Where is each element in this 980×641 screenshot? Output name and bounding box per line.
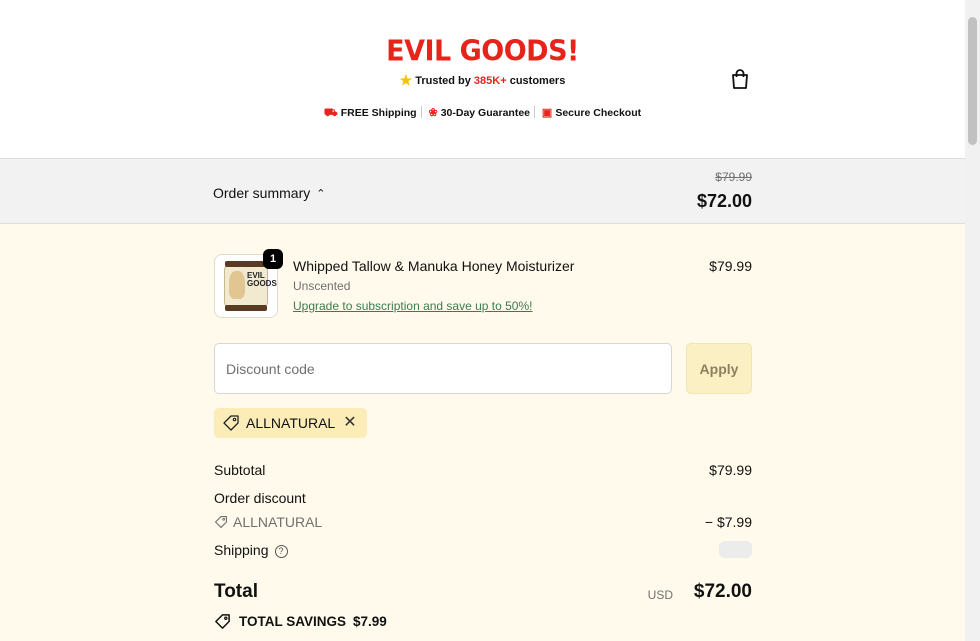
apply-discount-button[interactable]: Apply	[686, 343, 752, 394]
total-savings: TOTAL SAVINGS $7.99	[214, 613, 387, 630]
remove-discount-icon[interactable]: ✕	[343, 415, 356, 431]
summary-total-price: $72.00	[696, 191, 752, 211]
tag-icon	[215, 614, 230, 629]
ribbon-icon: ❀	[428, 107, 438, 119]
order-discount-label: Order discount	[214, 490, 306, 506]
chevron-up-icon: ⌃	[316, 188, 326, 200]
total-label: Total	[214, 581, 258, 602]
subtotal-value: $79.99	[709, 462, 752, 478]
product-price: $79.99	[709, 258, 752, 274]
order-discount-code: ALLNATURAL	[214, 514, 322, 530]
trust-badges: ⛟ FREE Shipping ❀ 30-Day Guarantee ▣ Secure…	[0, 106, 965, 121]
badge-free-shipping: ⛟ FREE Shipping	[323, 107, 417, 119]
brand-logo[interactable]: EVIL GOODS!	[0, 35, 965, 68]
order-summary-toggle[interactable]: Order summary ⌃	[213, 185, 325, 201]
star-icon: ★	[399, 72, 413, 88]
scrollbar-thumb[interactable]	[968, 17, 977, 145]
divider	[534, 106, 535, 118]
trusted-suffix: customers	[506, 75, 566, 87]
total-value: $72.00	[693, 581, 752, 602]
subtotal-label: Subtotal	[214, 462, 266, 478]
truck-icon: ⛟	[323, 107, 338, 119]
trust-line: ★ Trusted by 385K+ customers	[0, 72, 965, 89]
product-name: Whipped Tallow & Manuka Honey Moisturize…	[293, 258, 575, 274]
shopping-bag-icon[interactable]	[729, 68, 751, 90]
help-circle-icon[interactable]: ?	[274, 545, 288, 558]
order-summary-bar: Order summary ⌃ $79.99 $72.00	[0, 158, 965, 224]
original-price: $79.99	[715, 170, 752, 184]
lock-icon: ▣	[541, 107, 553, 119]
tag-icon	[223, 415, 239, 431]
product-variant: Unscented	[293, 279, 351, 293]
badge-guarantee: ❀ 30-Day Guarantee	[428, 107, 530, 119]
applied-code-label: ALLNATURAL	[246, 415, 336, 431]
currency-code: USD	[647, 588, 673, 602]
savings-label: TOTAL SAVINGS	[239, 614, 347, 629]
shipping-label: Shipping?	[214, 542, 288, 558]
order-summary-content: EVIL GOODS 1 Whipped Tallow & Manuka Hon…	[0, 224, 965, 641]
trusted-prefix: Trusted by	[415, 75, 474, 87]
quantity-badge: 1	[263, 249, 283, 269]
trusted-count: 385K+	[473, 75, 507, 87]
badge-secure-checkout: ▣ Secure Checkout	[541, 107, 642, 119]
store-header: EVIL GOODS! ★ Trusted by 385K+ customers …	[0, 0, 965, 158]
thumb-label: EVIL GOODS	[247, 271, 277, 288]
upgrade-subscription-link[interactable]: Upgrade to subscription and save up to 5…	[293, 299, 532, 313]
applied-discount-chip: ALLNATURAL ✕	[214, 408, 367, 438]
discount-code-input[interactable]	[214, 343, 672, 394]
savings-value: $7.99	[353, 614, 387, 629]
order-discount-value: − $7.99	[704, 514, 752, 530]
divider	[420, 106, 422, 118]
tag-icon	[215, 516, 227, 528]
shipping-value-placeholder	[719, 541, 752, 558]
